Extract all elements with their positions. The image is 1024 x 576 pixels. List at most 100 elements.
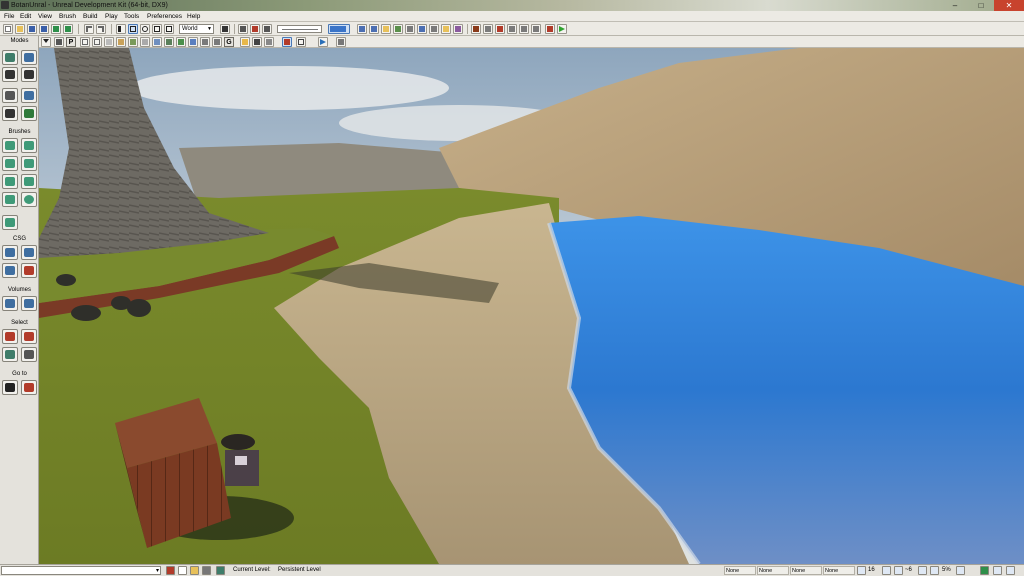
lighting-info-button[interactable] (441, 24, 451, 34)
visibility-icon[interactable] (202, 566, 211, 575)
lighting-quality-button[interactable] (429, 24, 439, 34)
move-tool-button[interactable] (21, 67, 37, 82)
perspective-button[interactable]: P (66, 37, 76, 47)
menu-file[interactable]: File (4, 11, 14, 22)
checkbox-icon[interactable] (1006, 566, 1015, 575)
blank-icon[interactable] (178, 566, 187, 575)
curved-stair-brush-button[interactable] (2, 156, 18, 171)
lighting-only-button[interactable] (140, 37, 150, 47)
menu-brush[interactable]: Brush (59, 11, 76, 22)
new-button[interactable] (3, 24, 13, 34)
wireframe-button[interactable] (92, 37, 102, 47)
undo-button[interactable] (84, 24, 94, 34)
go-to-builder-brush-button[interactable] (21, 380, 37, 395)
mesh-paint-button[interactable] (21, 88, 37, 103)
menu-play[interactable]: Play (105, 11, 118, 22)
content-browser-button[interactable] (471, 24, 481, 34)
save-levels-button[interactable] (51, 24, 61, 34)
play-in-viewport-small-button[interactable] (318, 37, 328, 47)
unlit-button[interactable] (104, 37, 114, 47)
lighting-results-button[interactable] (453, 24, 463, 34)
game-view-button[interactable]: G (224, 37, 234, 47)
view-mode-button[interactable] (252, 37, 262, 47)
build-cover-button[interactable] (405, 24, 415, 34)
maximize-button[interactable]: □ (968, 0, 994, 11)
find-in-content-browser-button[interactable] (220, 24, 230, 34)
play-in-viewport-button[interactable] (557, 24, 567, 34)
csg-subtract-button[interactable] (21, 245, 37, 260)
show-selected-button[interactable] (2, 329, 18, 344)
static-mesh-mode-button[interactable] (2, 106, 18, 121)
scene-manager-button[interactable] (507, 24, 517, 34)
checkbox-icon[interactable] (993, 566, 1002, 575)
texture-density-button[interactable] (164, 37, 174, 47)
linear-stair-brush-button[interactable] (2, 174, 18, 189)
spiral-stair-brush-button[interactable] (2, 192, 18, 207)
add-volume-button[interactable] (2, 296, 18, 311)
grid-snap-icon[interactable] (857, 566, 866, 575)
maximize-viewport-button[interactable] (296, 37, 306, 47)
scale-snap-icon[interactable] (930, 566, 939, 575)
level-browser-button[interactable] (519, 24, 529, 34)
open-button[interactable] (15, 24, 25, 34)
camera-speed-button[interactable] (336, 37, 346, 47)
command-input[interactable]: ▾ (1, 566, 161, 575)
generic-browser-button[interactable] (483, 24, 493, 34)
add-special-button[interactable] (21, 296, 37, 311)
scale-mode-button[interactable] (152, 24, 162, 34)
save-level-icon[interactable] (216, 566, 225, 575)
perspective-viewport[interactable] (39, 48, 1024, 564)
scale-nonuniform-button[interactable] (164, 24, 174, 34)
shader-complexity-button[interactable] (176, 37, 186, 47)
build-visible-button[interactable] (369, 24, 379, 34)
foliage-mode-button[interactable] (21, 106, 37, 121)
sheet-brush-button[interactable] (21, 174, 37, 189)
build-geometry-button[interactable] (357, 24, 367, 34)
detail-lighting-button[interactable] (128, 37, 138, 47)
reflections-button[interactable] (212, 37, 222, 47)
brush-wireframe-button[interactable] (80, 37, 90, 47)
realtime-audio-button[interactable] (240, 37, 250, 47)
realtime-preview-button[interactable] (328, 24, 350, 34)
play-in-editor-button[interactable] (545, 24, 555, 34)
matinee-button[interactable] (262, 24, 272, 34)
viewport-options-button[interactable] (41, 37, 51, 47)
coordinate-system-select[interactable]: World ▼ (179, 24, 214, 34)
cylinder-brush-button[interactable] (21, 156, 37, 171)
build-all-button[interactable] (417, 24, 427, 34)
cone-brush-button[interactable] (21, 138, 37, 153)
build-lighting-button[interactable] (381, 24, 391, 34)
menu-preferences[interactable]: Preferences (147, 11, 182, 22)
hide-selected-button[interactable] (21, 329, 37, 344)
drag-snap-icon[interactable] (980, 566, 989, 575)
build-paths-button[interactable] (393, 24, 403, 34)
menu-help[interactable]: Help (187, 11, 200, 22)
cube-brush-button[interactable] (2, 138, 18, 153)
minimize-button[interactable]: – (942, 0, 968, 11)
redo-button[interactable] (96, 24, 106, 34)
volumetric-brush-button[interactable] (2, 215, 18, 230)
geometry-mode-button[interactable] (21, 50, 37, 65)
grid-size-dropdown[interactable] (882, 566, 891, 575)
terrain-mode-button[interactable] (2, 67, 18, 82)
csg-deintersect-button[interactable] (21, 263, 37, 278)
menu-view[interactable]: View (38, 11, 52, 22)
menu-edit[interactable]: Edit (20, 11, 31, 22)
drag-grid-slider[interactable] (277, 25, 322, 33)
select-mode-button[interactable] (116, 24, 126, 34)
select-invert-button[interactable] (2, 347, 18, 362)
show-flags-button[interactable] (264, 37, 274, 47)
kismet-button[interactable] (250, 24, 260, 34)
rotation-snap-icon[interactable] (894, 566, 903, 575)
translate-mode-button[interactable] (128, 24, 138, 34)
menu-tools[interactable]: Tools (124, 11, 139, 22)
level-icon[interactable] (166, 566, 175, 575)
save-button[interactable] (27, 24, 37, 34)
csg-add-button[interactable] (2, 245, 18, 260)
save-all-button[interactable] (39, 24, 49, 34)
search-actor-button[interactable] (238, 24, 248, 34)
light-complexity-button[interactable] (152, 37, 162, 47)
realtime-viewport-button[interactable] (282, 37, 292, 47)
folder-icon[interactable] (190, 566, 199, 575)
save-packages-button[interactable] (63, 24, 73, 34)
